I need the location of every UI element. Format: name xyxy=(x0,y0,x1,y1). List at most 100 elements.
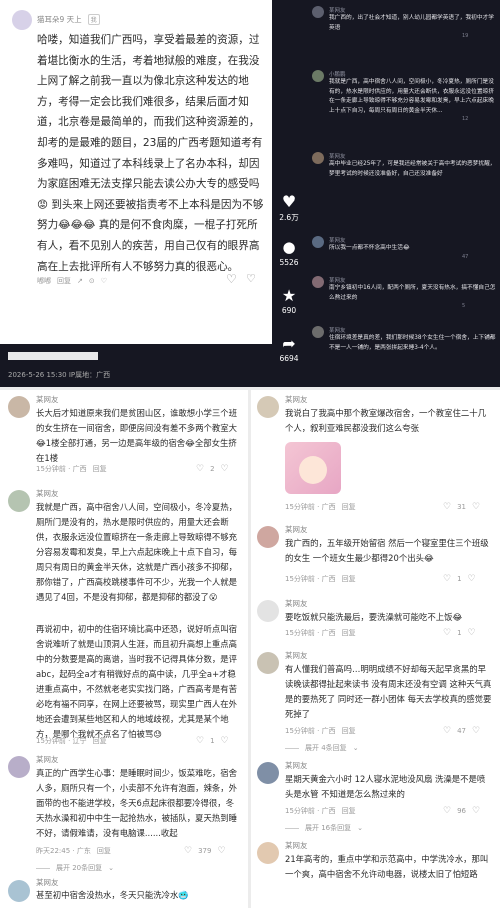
heart-icon[interactable]: ♡ xyxy=(226,272,237,286)
heart-icon[interactable]: ♡ xyxy=(443,502,451,512)
comment-author[interactable]: 某网友 xyxy=(329,236,498,244)
comment-author[interactable]: 某网友 xyxy=(36,754,59,765)
avatar[interactable] xyxy=(8,396,30,418)
comment-author[interactable]: 某网友 xyxy=(285,650,308,661)
avatar[interactable] xyxy=(312,276,324,288)
dislike-icon[interactable]: ♡ xyxy=(472,502,480,512)
reply-button[interactable]: 回复 xyxy=(93,736,107,746)
comment-text: 21年高考的，重点中学和示范高中，中学洗冷水，那叫一个爽，高中宿舍不允许动电器，… xyxy=(285,854,489,879)
expand-replies-button[interactable]: 展开 4条回复 xyxy=(305,743,347,753)
heart-icon[interactable]: ♡ xyxy=(443,806,451,816)
comment-text: 我广西的，五年级开始留宿 然后一个寝室里住三个班级的女生 一个班女生最少都得20… xyxy=(285,538,489,563)
comment-text: 要吃饭就只能洗最后，要洗澡就可能吃不上饭😂 xyxy=(285,612,463,622)
divider xyxy=(285,747,299,749)
avatar[interactable] xyxy=(8,490,30,512)
chevron-down-icon[interactable]: ⌄ xyxy=(108,864,114,872)
reply-button[interactable]: 回复 xyxy=(342,502,356,512)
comment-meta: 15分钟前 · 辽宁 xyxy=(36,737,87,745)
like-icon[interactable]: ♥ xyxy=(274,192,304,211)
comment-likes[interactable]: 5 xyxy=(462,303,498,309)
comment-author[interactable]: 某网友 xyxy=(36,877,59,888)
comment-author[interactable]: 某网友 xyxy=(285,598,308,609)
comment-author[interactable]: 某网友 xyxy=(285,840,308,851)
comment-likes[interactable]: 12 xyxy=(462,116,498,122)
comment-author[interactable]: 某网友 xyxy=(36,488,59,499)
sticker-image xyxy=(285,442,341,494)
right-comment-list: 某网友 我说白了我高中那个教室爆改宿舍，一个教室住二十几个人，叙利亚难民都没我们… xyxy=(251,390,500,908)
comment-icon[interactable]: ● xyxy=(274,238,304,256)
like-icon[interactable]: ♡ xyxy=(101,277,107,285)
favorite-count: 690 xyxy=(281,306,297,315)
heart-icon[interactable]: ♡ xyxy=(196,464,204,474)
avatar[interactable] xyxy=(312,70,324,82)
reply-button[interactable]: 回复 xyxy=(342,574,356,584)
comment-text: 我广西的，出了社会才知道，别人幼儿园都学英语了，我初中才学英语 xyxy=(329,15,494,31)
like-count: 379 xyxy=(198,847,212,855)
heart-icon[interactable]: ♡ xyxy=(443,574,451,584)
favorite-icon[interactable]: ★ xyxy=(274,286,304,305)
reply-button[interactable]: 回复 xyxy=(93,464,107,474)
dislike-icon[interactable]: ♡ xyxy=(221,464,229,474)
reply-button[interactable]: 回复 xyxy=(57,276,71,286)
avatar[interactable] xyxy=(312,236,324,248)
heart-icon[interactable]: ♡ xyxy=(196,736,204,746)
dislike-icon[interactable]: ♡ xyxy=(472,806,480,816)
comment-author[interactable]: 某网友 xyxy=(285,760,308,771)
heart-icon[interactable]: ♡ xyxy=(443,726,451,736)
comment-likes[interactable]: 19 xyxy=(462,33,498,39)
chevron-down-icon[interactable]: ⌄ xyxy=(353,744,359,752)
comment-author[interactable]: 某网友 xyxy=(285,394,308,405)
avatar[interactable] xyxy=(312,6,324,18)
avatar[interactable] xyxy=(12,10,32,30)
reply-button[interactable]: 回复 xyxy=(342,806,356,816)
share-icon[interactable]: ↗ xyxy=(77,277,83,285)
like-count: 47 xyxy=(457,727,466,735)
post-body: 哈喽，知道我们广西吗，享受着最差的资源，过着堪比衡水的生活，考着地狱般的难度，在… xyxy=(37,34,264,273)
reply-button[interactable]: 回复 xyxy=(342,726,356,736)
comment-author[interactable]: 某网友 xyxy=(285,524,308,535)
like-count: 2 xyxy=(210,465,215,473)
comment-author[interactable]: 某网友 xyxy=(36,394,59,405)
avatar[interactable] xyxy=(257,652,279,674)
avatar[interactable] xyxy=(257,396,279,418)
location-icon[interactable]: ⊙ xyxy=(89,277,95,285)
expand-replies-button[interactable]: 展开 20条回复 xyxy=(56,863,102,873)
avatar[interactable] xyxy=(312,152,324,164)
comment-author[interactable]: 某网友 xyxy=(329,6,498,14)
comment-text: 所以我一点都不怀念高中生活😂 xyxy=(329,245,410,251)
comment-text: 我就是广西，高中宿舍八人间，空间极小，冬冷夏热，厕所门是没有的，热水是限时供应的… xyxy=(329,79,494,114)
dislike-icon[interactable]: ♡ xyxy=(468,574,476,584)
dislike-icon[interactable]: ♡ xyxy=(472,726,480,736)
comment-meta: 15分钟前 · 广西 xyxy=(285,503,336,511)
comment-author[interactable]: 小鹏鹏 xyxy=(329,70,498,78)
comment-likes[interactable]: 47 xyxy=(462,254,498,260)
comment-meta: 15分钟前 · 广西 xyxy=(285,807,336,815)
left-comment-list: 某网友 长大后才知道原来我们是贫困山区，谁敢想小学三个班的女生挤在一间宿舍，即便… xyxy=(0,390,248,908)
avatar[interactable] xyxy=(257,526,279,548)
post-top-card: 猫耳朵9 天上 我 哈喽，知道我们广西吗，享受着最差的资源，过着堪比衡水的生活，… xyxy=(0,0,272,387)
dislike-icon[interactable]: ♡ xyxy=(221,736,229,746)
comment-author[interactable]: 某网友 xyxy=(329,152,498,160)
post-meta: 嘟嘟 xyxy=(37,277,51,285)
share-icon[interactable]: ➦ xyxy=(274,334,304,353)
share-count: 6694 xyxy=(279,354,299,363)
avatar[interactable] xyxy=(257,600,279,622)
dislike-icon[interactable]: ♡ xyxy=(246,272,256,285)
like-count: 31 xyxy=(457,503,466,511)
chevron-down-icon[interactable]: ⌄ xyxy=(357,824,363,832)
dislike-icon[interactable]: ♡ xyxy=(468,628,476,638)
comment-author[interactable]: 某网友 xyxy=(329,326,498,334)
reply-button[interactable]: 回复 xyxy=(97,846,111,856)
avatar[interactable] xyxy=(8,880,30,902)
reply-button[interactable]: 回复 xyxy=(342,628,356,638)
avatar[interactable] xyxy=(257,842,279,864)
avatar[interactable] xyxy=(312,326,324,338)
dislike-icon[interactable]: ♡ xyxy=(217,846,225,856)
heart-icon[interactable]: ♡ xyxy=(443,628,451,638)
username[interactable]: 猫耳朵9 天上 xyxy=(37,14,82,25)
comment-author[interactable]: 某网友 xyxy=(329,276,498,284)
avatar[interactable] xyxy=(257,762,279,784)
avatar[interactable] xyxy=(8,756,30,778)
expand-replies-button[interactable]: 展开 16条回复 xyxy=(305,823,351,833)
heart-icon[interactable]: ♡ xyxy=(184,846,192,856)
